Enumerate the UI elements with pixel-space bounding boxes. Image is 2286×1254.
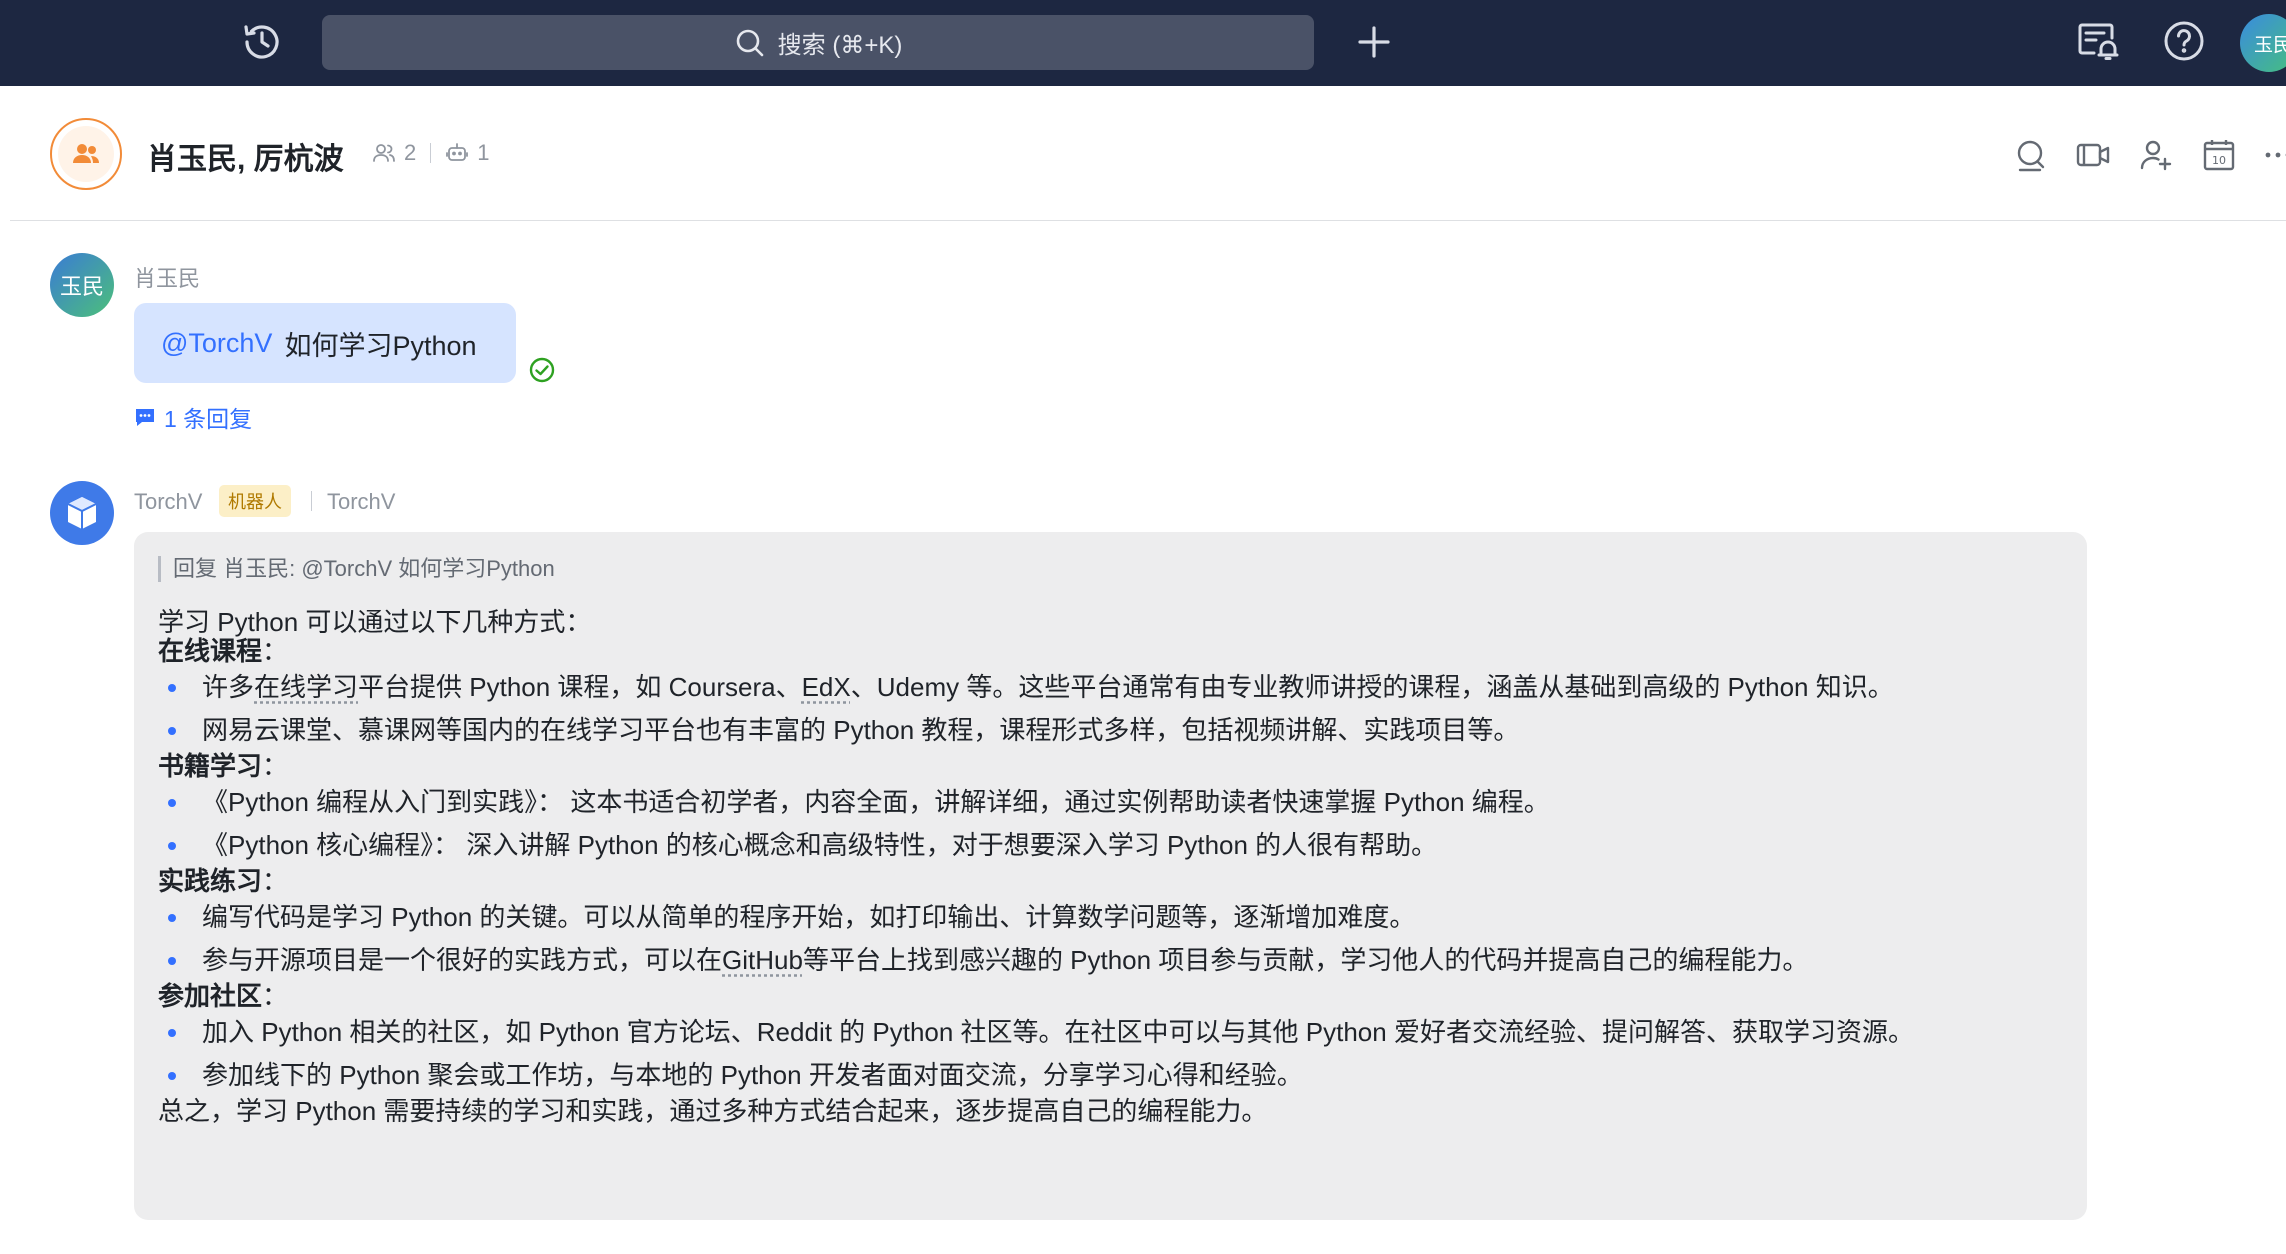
member-count[interactable]: 2: [404, 140, 416, 166]
reply-count: 1 条回复: [164, 406, 253, 432]
top-bar: 搜索 (⌘+K) 玉民: [0, 0, 2286, 86]
chat-header: 肖玉民, 厉杭波 2 1 10: [10, 86, 2286, 221]
section-heading: 实践练习：: [158, 866, 289, 896]
list-item: 网易云课堂、慕课网等国内的在线学习平台也有丰富的 Python 教程，课程形式多…: [158, 709, 2058, 752]
list-item: 许多 在线学习 平台提供 Python 课程，如 Coursera、 EdX 、Udem…: [158, 666, 2058, 709]
user-avatar[interactable]: 玉民: [2240, 14, 2286, 72]
bot-avatar[interactable]: [50, 481, 114, 545]
chat-title[interactable]: 肖玉民, 厉杭波: [147, 134, 344, 178]
avatar-text: 玉民: [59, 274, 104, 299]
plus-icon[interactable]: [1352, 20, 1396, 64]
answer-intro: 学习 Python 可以通过以下几种方式：: [158, 607, 592, 637]
group-avatar[interactable]: [50, 118, 122, 190]
add-member-icon[interactable]: [2138, 137, 2174, 173]
sender-name[interactable]: 肖玉民: [134, 261, 200, 293]
search-input[interactable]: 搜索 (⌘+K): [322, 15, 1314, 70]
list-item: 参加线下的 Python 聚会或工作坊，与本地的 Python 开发者面对面交流…: [158, 1054, 2058, 1097]
section-heading: 参加社区：: [158, 981, 289, 1011]
chat-meta: 2 1: [372, 140, 490, 166]
history-icon[interactable]: [238, 18, 286, 66]
section-heading: 书籍学习：: [158, 751, 289, 781]
term-link[interactable]: 在线学习: [254, 673, 358, 702]
term-link[interactable]: EdX: [802, 673, 851, 702]
bot-badge: 机器人: [219, 485, 291, 517]
video-call-icon[interactable]: [2075, 137, 2111, 173]
message-text: 如何学习Python: [284, 330, 477, 361]
reply-quote[interactable]: 回复 肖玉民: @TorchV 如何学习Python: [158, 556, 555, 582]
name-separator: [311, 491, 312, 511]
app-name[interactable]: TorchV: [327, 489, 395, 515]
read-status-icon: [529, 357, 555, 383]
calendar-icon[interactable]: 10: [2201, 137, 2237, 173]
bot-count[interactable]: 1: [477, 140, 489, 166]
answer-body: 学习 Python 可以通过以下几种方式： 在线课程： 许多 在线学习 平台提供 P…: [158, 608, 2058, 1126]
list-item: 编写代码是学习 Python 的关键。可以从简单的程序开始，如打印输出、计算数学…: [158, 896, 2058, 939]
section-heading: 在线课程：: [158, 636, 289, 666]
more-icon[interactable]: [2264, 137, 2286, 173]
notification-icon[interactable]: [2074, 18, 2120, 64]
list-item: 《Python 编程从入门到实践》： 这本书适合初学者，内容全面，讲解详细，通过…: [158, 781, 2058, 824]
term-link[interactable]: GitHub: [722, 946, 803, 975]
cube-icon: [67, 497, 97, 529]
search-icon: [736, 29, 763, 56]
members-icon[interactable]: [372, 141, 396, 165]
group-icon: [73, 144, 99, 163]
list-item: 《Python 核心编程》： 深入讲解 Python 的核心概念和高级特性，对于…: [158, 824, 2058, 867]
answer-conclusion: 总之，学习 Python 需要持续的学习和实践，通过多种方式结合起来，逐步提高自…: [158, 1096, 1268, 1126]
list-item: 参与开源项目是一个很好的实践方式，可以在 GitHub 等平台上找到感兴趣的 P…: [158, 939, 2058, 982]
answer-card[interactable]: 回复 肖玉民: @TorchV 如何学习Python 学习 Python 可以通…: [134, 532, 2087, 1220]
list-item: 加入 Python 相关的社区，如 Python 官方论坛、Reddit 的 P…: [158, 1011, 2058, 1054]
sender-name[interactable]: TorchV: [134, 489, 202, 515]
reply-thread-link[interactable]: 1 条回复: [134, 400, 252, 434]
user-avatar-text: 玉民: [2254, 34, 2286, 56]
message-bubble[interactable]: @TorchV 如何学习Python: [134, 303, 516, 383]
comment-icon: [136, 409, 154, 426]
search-icon[interactable]: [2012, 137, 2048, 173]
sender-avatar[interactable]: 玉民: [50, 253, 114, 317]
search-placeholder: 搜索 (⌘+K): [777, 32, 903, 59]
mention-link[interactable]: @TorchV: [161, 328, 272, 359]
help-icon[interactable]: [2162, 19, 2206, 63]
bot-icon[interactable]: [445, 141, 469, 165]
calendar-day: 10: [2212, 154, 2226, 167]
